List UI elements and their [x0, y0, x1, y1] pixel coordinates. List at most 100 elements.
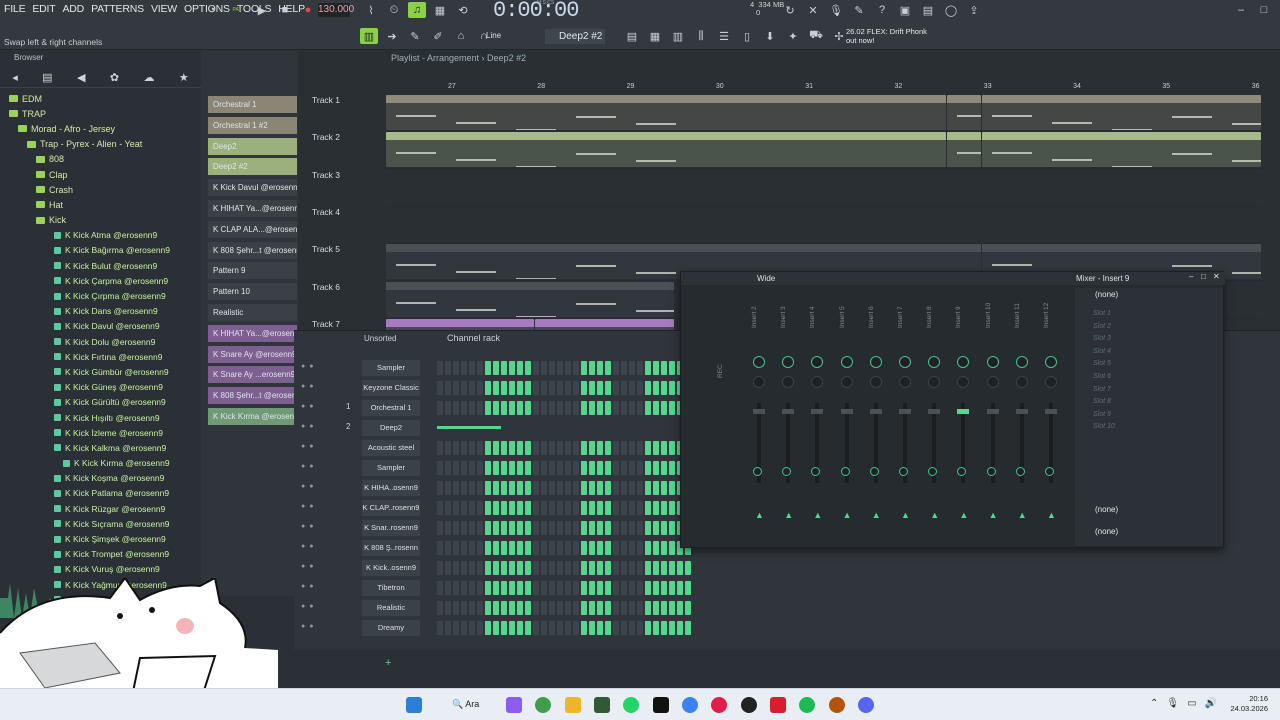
menu-patterns[interactable]: PATTERNS: [91, 3, 144, 15]
step-button[interactable]: [453, 461, 459, 475]
step-button[interactable]: [525, 581, 531, 595]
step-button[interactable]: [469, 501, 475, 515]
track-label[interactable]: Track 3: [312, 170, 340, 180]
browser-sample[interactable]: K Kick Hışıltı @erosenn9: [0, 410, 201, 425]
step-button[interactable]: [573, 381, 579, 395]
step-button[interactable]: [437, 601, 443, 615]
step-button[interactable]: [461, 461, 467, 475]
step-button[interactable]: [653, 601, 659, 615]
fader-cap[interactable]: [753, 409, 765, 414]
step-button[interactable]: [525, 621, 531, 635]
step-button[interactable]: [549, 581, 555, 595]
step-button[interactable]: [669, 381, 675, 395]
fader-cap[interactable]: [1015, 409, 1028, 414]
step-button[interactable]: [581, 461, 587, 475]
step-button[interactable]: [589, 521, 595, 535]
step-button[interactable]: [653, 401, 659, 415]
step-button[interactable]: [653, 381, 659, 395]
mixer-insert-strip[interactable]: Insert 3 ▲: [774, 288, 802, 543]
step-button[interactable]: [637, 361, 643, 375]
step-button[interactable]: [437, 381, 443, 395]
step-button[interactable]: [525, 601, 531, 615]
step-button[interactable]: [589, 381, 595, 395]
step-button[interactable]: [581, 601, 587, 615]
step-button[interactable]: [533, 441, 539, 455]
route-arrow-icon[interactable]: ▲: [1047, 510, 1056, 520]
step-button[interactable]: [557, 521, 563, 535]
step-button[interactable]: [677, 561, 683, 575]
step-button[interactable]: [629, 521, 635, 535]
mixer-insert-strip[interactable]: Insert 2 ▲: [745, 288, 773, 543]
stereo-knob[interactable]: [840, 376, 853, 388]
browser-sample[interactable]: K Kick Koşma @erosenn9: [0, 471, 201, 486]
step-button[interactable]: [653, 621, 659, 635]
step-button[interactable]: [453, 481, 459, 495]
fader-cap[interactable]: [957, 409, 970, 414]
step-button[interactable]: [653, 581, 659, 595]
channel-name-button[interactable]: Sampler: [362, 360, 420, 376]
browser-sample[interactable]: K Kick Gümbür @erosenn9: [0, 364, 201, 379]
step-button[interactable]: [509, 621, 515, 635]
step-button[interactable]: [629, 581, 635, 595]
send-knob[interactable]: [986, 467, 996, 476]
step-button[interactable]: [509, 481, 515, 495]
picker-pattern[interactable]: K HIHAT Ya...@erosenn9: [208, 324, 297, 342]
step-button[interactable]: [565, 481, 571, 495]
step-button[interactable]: [501, 581, 507, 595]
step-button[interactable]: [453, 381, 459, 395]
timeline-ruler[interactable]: 27 28 29 30 31 32 33 34 35 36: [386, 83, 1280, 93]
step-button[interactable]: [461, 441, 467, 455]
copilot-icon[interactable]: [506, 697, 522, 713]
step-button[interactable]: [653, 361, 659, 375]
step-button[interactable]: [557, 541, 563, 555]
browser-folder[interactable]: Trap - Pyrex - Alien - Yeat: [0, 137, 201, 152]
step-button[interactable]: [653, 501, 659, 515]
stereo-knob[interactable]: [869, 376, 882, 388]
fl-studio-icon[interactable]: [594, 697, 610, 713]
start-icon[interactable]: [406, 697, 422, 713]
step-button[interactable]: [549, 481, 555, 495]
playlist-clip[interactable]: Dee..#2: [946, 132, 981, 168]
fader-cap[interactable]: [782, 409, 795, 414]
fader-cap[interactable]: [811, 409, 824, 414]
piano-roll-icon[interactable]: ▦: [646, 28, 664, 44]
step-button[interactable]: [597, 541, 603, 555]
step-button[interactable]: [437, 401, 443, 415]
step-button[interactable]: [589, 401, 595, 415]
step-button[interactable]: [605, 381, 611, 395]
step-button[interactable]: [637, 381, 643, 395]
record-button[interactable]: ●: [299, 2, 317, 18]
picker-pattern[interactable]: K CLAP ALA...@erosenn9: [208, 220, 297, 238]
picker-pattern[interactable]: Orchestral 1 #2: [208, 116, 297, 134]
step-button[interactable]: [525, 501, 531, 515]
step-button[interactable]: [541, 481, 547, 495]
menu-view[interactable]: VIEW: [151, 3, 177, 15]
step-button[interactable]: [549, 381, 555, 395]
pan-knob[interactable]: [986, 356, 999, 368]
step-button[interactable]: [621, 521, 627, 535]
browser-folder[interactable]: Hat: [0, 197, 201, 212]
app3-icon[interactable]: [770, 697, 786, 713]
whatsapp-icon[interactable]: [623, 697, 639, 713]
step-button[interactable]: [533, 541, 539, 555]
browser-sample[interactable]: K Kick İzleme @erosenn9: [0, 425, 201, 440]
step-button[interactable]: [597, 621, 603, 635]
stereo-knob[interactable]: [811, 376, 824, 388]
step-button[interactable]: [685, 581, 691, 595]
taskbar-search[interactable]: 🔍 Ara: [452, 699, 479, 710]
step-button[interactable]: [645, 521, 651, 535]
step-button[interactable]: [541, 601, 547, 615]
step-button[interactable]: [661, 521, 667, 535]
step-button[interactable]: [589, 561, 595, 575]
step-button[interactable]: [517, 541, 523, 555]
step-button[interactable]: [661, 561, 667, 575]
mixer-insert-strip[interactable]: Insert 11 ▲: [1008, 288, 1036, 543]
minimize-icon[interactable]: –: [1232, 2, 1250, 18]
step-button[interactable]: [629, 461, 635, 475]
browser-sample[interactable]: K Kick Bulut @erosenn9: [0, 258, 201, 273]
step-button[interactable]: [661, 461, 667, 475]
channel-mute-led[interactable]: ●●: [301, 503, 331, 510]
step-button[interactable]: [517, 501, 523, 515]
panic-icon[interactable]: ✕: [804, 2, 822, 18]
spotify-icon[interactable]: [799, 697, 815, 713]
